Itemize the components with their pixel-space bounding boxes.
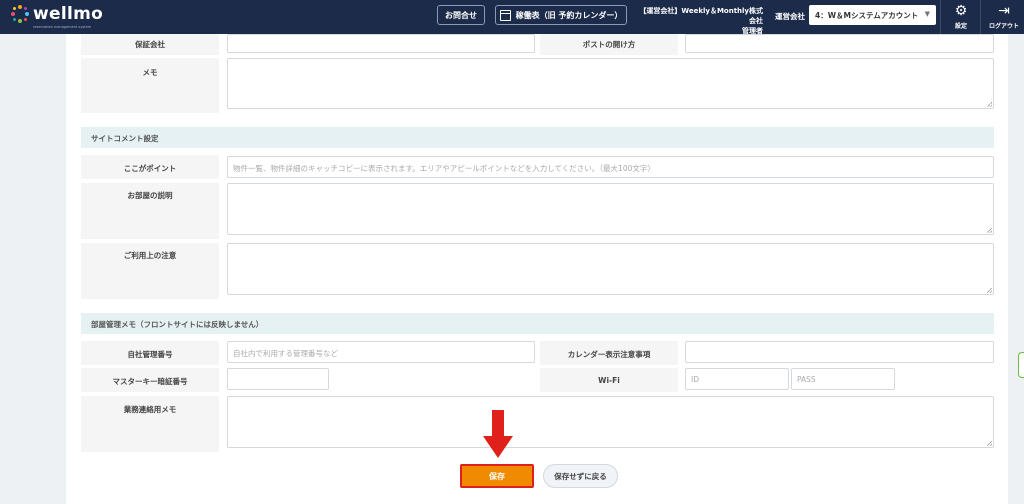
guarantor-label: 保証会社 bbox=[81, 34, 219, 55]
logout-icon: ⇥ bbox=[998, 3, 1010, 19]
calendar-button[interactable]: 稼働表（旧 予約カレンダー） bbox=[495, 5, 627, 25]
gear-icon: ⚙ bbox=[954, 3, 968, 19]
internal-number-label: 自社管理番号 bbox=[81, 341, 219, 365]
wifi-pass-input[interactable]: PASS bbox=[791, 368, 895, 390]
internal-number-input[interactable]: 自社内で利用する管理番号など bbox=[227, 341, 535, 363]
header-divider bbox=[980, 0, 981, 34]
logo-dots-icon bbox=[11, 5, 29, 23]
memo-textarea[interactable] bbox=[227, 58, 994, 109]
wifi-label: Wi-Fi bbox=[540, 368, 678, 392]
business-memo-label: 業務連絡用メモ bbox=[81, 396, 219, 452]
logout-label: ログアウト bbox=[988, 23, 1019, 30]
chevron-down-icon: ▼ bbox=[924, 10, 930, 18]
inquiry-button-label: お問合せ bbox=[445, 10, 477, 20]
header-divider bbox=[940, 0, 941, 34]
logo-subtitle: reservation management system bbox=[33, 25, 92, 29]
room-memo-section-title: 部屋管理メモ（フロントサイトには反映しません） bbox=[81, 313, 994, 334]
site-comment-section-title: サイトコメント設定 bbox=[81, 127, 994, 148]
point-input[interactable]: 物件一覧、物件詳細のキャッチコピーに表示されます。エリアやアピールポイントなどを… bbox=[227, 156, 994, 178]
calendar-note-input[interactable] bbox=[685, 341, 994, 363]
usage-notes-label: ご利用上の注意 bbox=[81, 243, 219, 299]
wellmo-logo[interactable]: wellmo reservation management system bbox=[11, 4, 104, 29]
back-button-label: 保存せずに戻る bbox=[554, 471, 607, 481]
company-info: 【運営会社】Weekly＆Monthly株式会社 管理者 bbox=[638, 6, 763, 36]
calendar-note-label: カレンダー表示注意事項 bbox=[540, 341, 678, 365]
master-key-input[interactable] bbox=[227, 368, 329, 390]
wifi-id-input[interactable]: ID bbox=[685, 368, 789, 390]
operator-select[interactable]: 4：W＆Mシステムアカウント ▼ bbox=[809, 5, 936, 25]
guarantor-input[interactable] bbox=[227, 34, 535, 53]
business-memo-textarea[interactable] bbox=[227, 396, 994, 448]
room-description-label: お部屋の説明 bbox=[81, 183, 219, 239]
settings-button[interactable]: ⚙ 設定 bbox=[948, 3, 974, 30]
back-without-saving-button[interactable]: 保存せずに戻る bbox=[543, 464, 618, 488]
mailbox-input[interactable] bbox=[685, 34, 994, 53]
calendar-button-label: 稼働表（旧 予約カレンダー） bbox=[515, 10, 623, 20]
arrow-down-icon bbox=[483, 410, 513, 458]
save-button-label: 保存 bbox=[489, 471, 505, 481]
operator-label: 運営会社 bbox=[775, 12, 805, 21]
memo-label: メモ bbox=[81, 58, 219, 113]
settings-label: 設定 bbox=[954, 23, 967, 30]
usage-notes-textarea[interactable] bbox=[227, 243, 994, 295]
inquiry-button[interactable]: お問合せ bbox=[437, 5, 485, 25]
company-name: 【運営会社】Weekly＆Monthly株式会社 bbox=[639, 7, 763, 25]
logout-button[interactable]: ⇥ ログアウト bbox=[984, 3, 1024, 30]
side-feedback-tab[interactable] bbox=[1018, 352, 1024, 378]
top-header: wellmo reservation management system お問合… bbox=[0, 0, 1024, 36]
room-description-textarea[interactable] bbox=[227, 183, 994, 235]
logo-text: wellmo bbox=[33, 4, 104, 24]
mailbox-label: ポストの開け方 bbox=[540, 34, 678, 55]
operator-select-value: 4：W＆Mシステムアカウント bbox=[815, 11, 919, 20]
point-label: ここがポイント bbox=[81, 155, 219, 179]
master-key-label: マスターキー暗証番号 bbox=[81, 368, 219, 392]
calendar-icon bbox=[499, 9, 511, 21]
save-button[interactable]: 保存 bbox=[460, 464, 534, 488]
